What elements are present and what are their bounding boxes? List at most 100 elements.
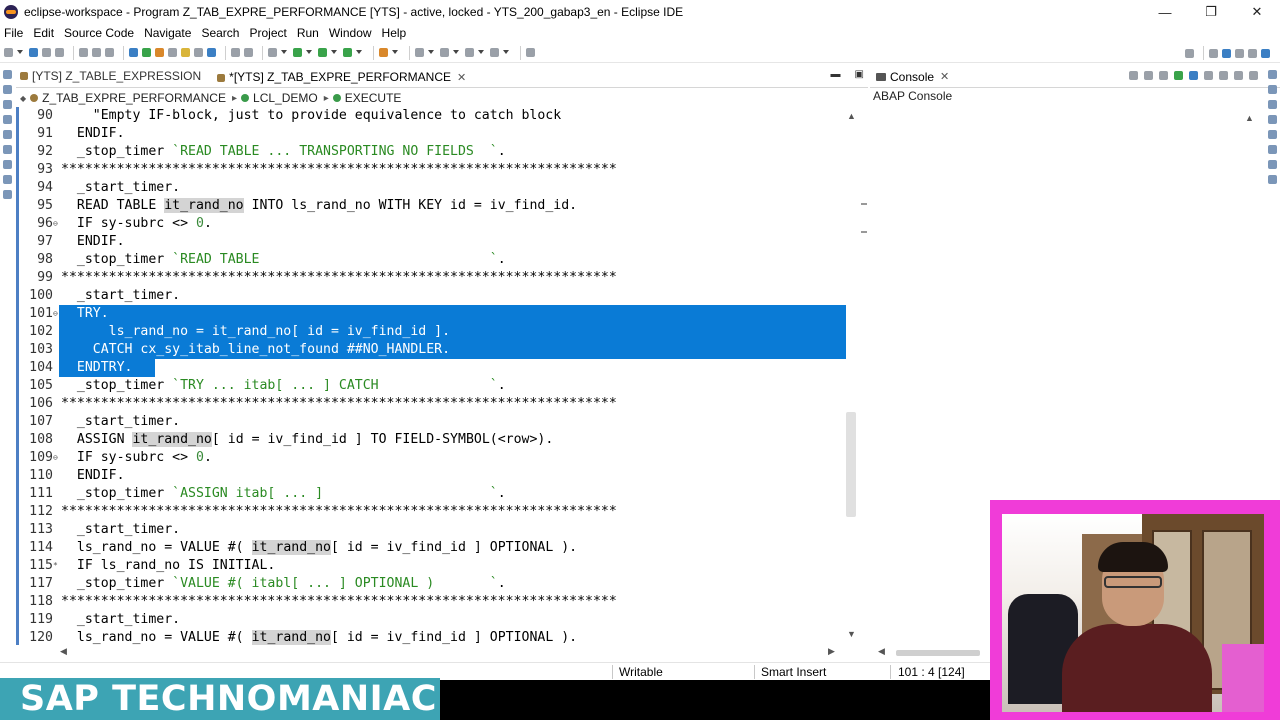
menu-project[interactable]: Project <box>249 26 286 40</box>
abap-icon[interactable] <box>155 48 164 57</box>
display-console-icon[interactable] <box>1189 71 1198 80</box>
code-line[interactable]: 113 _start_timer. <box>19 521 849 539</box>
code-line[interactable]: 110 ENDIF. <box>19 467 849 485</box>
code-line[interactable]: 104 ENDTRY. <box>19 359 849 377</box>
code-line[interactable]: 102 ls_rand_no = it_rand_no[ id = iv_fin… <box>19 323 849 341</box>
code-line[interactable]: 90 "Empty IF-block, just to provide equi… <box>19 107 849 125</box>
code-line[interactable]: 105 _stop_timer `TRY ... itab[ ... ] CAT… <box>19 377 849 395</box>
forward-icon[interactable] <box>92 48 101 57</box>
outline-icon[interactable] <box>3 85 12 94</box>
scroll-up-icon[interactable]: ▲ <box>847 111 856 121</box>
chevron-down-icon[interactable] <box>356 50 362 55</box>
close-button[interactable]: ✕ <box>1234 0 1280 24</box>
save-icon[interactable] <box>29 48 38 57</box>
code-line[interactable]: 96 ⊖ IF sy-subrc <> 0. <box>19 215 849 233</box>
history-icon[interactable] <box>3 175 12 184</box>
minimize-button[interactable]: — <box>1142 0 1188 24</box>
chevron-down-icon[interactable] <box>392 50 398 55</box>
tab-z-tab-expre-performance[interactable]: *[YTS] Z_TAB_EXPRE_PERFORMANCE ✕ <box>213 65 479 87</box>
menu-navigate[interactable]: Navigate <box>144 26 191 40</box>
console-vertical-scrollbar[interactable]: ▲ <box>1245 110 1259 124</box>
chevron-down-icon[interactable] <box>428 50 434 55</box>
breadcrumb-method[interactable]: EXECUTE <box>332 91 401 105</box>
code-line[interactable]: 97 ENDIF. <box>19 233 849 251</box>
problems-view-icon[interactable] <box>1268 130 1277 139</box>
minimize-view-icon[interactable] <box>1234 71 1243 80</box>
chevron-down-icon[interactable] <box>281 50 287 55</box>
maximize-view-icon[interactable]: ▣ <box>855 69 864 80</box>
minimize-view-icon[interactable]: ▬ <box>831 69 841 80</box>
chevron-down-icon[interactable] <box>306 50 312 55</box>
feed-icon[interactable] <box>3 190 12 199</box>
run-last-icon[interactable] <box>318 48 327 57</box>
pin-console-icon[interactable] <box>1174 71 1183 80</box>
code-line[interactable]: 100 _start_timer. <box>19 287 849 305</box>
java-perspective-icon[interactable] <box>1235 48 1244 58</box>
transport-icon[interactable] <box>194 48 203 57</box>
prev-annotation-icon[interactable] <box>440 48 449 57</box>
menu-window[interactable]: Window <box>329 26 372 40</box>
code-line[interactable]: 107 _start_timer. <box>19 413 849 431</box>
chevron-down-icon[interactable] <box>453 50 459 55</box>
close-icon[interactable]: ✕ <box>940 70 949 83</box>
code-line[interactable]: 115 * IF ls_rand_no IS INITIAL. <box>19 557 849 575</box>
perspective-icon[interactable] <box>1209 48 1218 58</box>
save-all-icon[interactable] <box>42 48 51 57</box>
properties-icon[interactable] <box>3 100 12 109</box>
team-perspective-icon[interactable] <box>1261 48 1270 58</box>
scroll-lock-icon[interactable] <box>1144 71 1153 80</box>
outline-view-icon[interactable] <box>1268 70 1277 79</box>
tab-console[interactable]: Console ✕ <box>870 70 949 84</box>
code-line[interactable]: 109 ⊖ IF sy-subrc <> 0. <box>19 449 849 467</box>
tasks-view-icon[interactable] <box>1268 145 1277 154</box>
scroll-up-icon[interactable]: ▲ <box>1245 113 1254 123</box>
scroll-left-icon[interactable]: ◀ <box>878 646 885 657</box>
scrollbar-thumb[interactable] <box>846 412 856 517</box>
scroll-right-icon[interactable]: ▶ <box>828 646 835 657</box>
feed-view-icon[interactable] <box>1268 100 1277 109</box>
scroll-left-icon[interactable]: ◀ <box>60 646 67 657</box>
menu-file[interactable]: File <box>4 26 23 40</box>
scrollbar-thumb[interactable] <box>896 650 980 656</box>
next-annotation-icon[interactable] <box>415 48 424 57</box>
chevron-down-icon[interactable] <box>478 50 484 55</box>
chevron-down-icon[interactable] <box>17 50 23 55</box>
scroll-down-icon[interactable]: ▼ <box>847 629 856 639</box>
code-line[interactable]: 98 _stop_timer `READ TABLE `. <box>19 251 849 269</box>
fold-marker[interactable]: ⊖ <box>53 305 61 323</box>
back-nav-icon[interactable] <box>465 48 474 57</box>
debug-perspective-icon[interactable] <box>1248 48 1257 58</box>
code-editor[interactable]: 90 "Empty IF-block, just to provide equi… <box>16 107 861 645</box>
code-line[interactable]: 92 _stop_timer `READ TABLE ... TRANSPORT… <box>19 143 849 161</box>
code-line[interactable]: 106 *************************************… <box>19 395 849 413</box>
format-icon[interactable] <box>168 48 177 57</box>
bookmarks-icon[interactable] <box>3 145 12 154</box>
tab-z-table-expression[interactable]: [YTS] Z_TABLE_EXPRESSION <box>16 65 213 87</box>
code-line[interactable]: 111 _stop_timer `ASSIGN itab[ ... ] `. <box>19 485 849 503</box>
toggle-icon[interactable] <box>231 48 240 57</box>
code-line[interactable]: 118 *************************************… <box>19 593 849 611</box>
fold-marker[interactable]: ⊖ <box>53 449 61 467</box>
close-icon[interactable]: ✕ <box>457 71 466 84</box>
menu-search[interactable]: Search <box>201 26 239 40</box>
menu-edit[interactable]: Edit <box>33 26 54 40</box>
fold-marker[interactable]: ⊖ <box>53 215 61 233</box>
menu-help[interactable]: Help <box>382 26 407 40</box>
code-line[interactable]: 108 ASSIGN it_rand_no[ id = iv_find_id ]… <box>19 431 849 449</box>
chevron-down-icon[interactable] <box>331 50 337 55</box>
code-line[interactable]: 99 **************************************… <box>19 269 849 287</box>
tasks-icon[interactable] <box>3 160 12 169</box>
debug-icon[interactable] <box>268 48 277 57</box>
folder-icon[interactable] <box>181 48 190 57</box>
mark-occurrences-icon[interactable] <box>207 48 216 57</box>
breadcrumb-program[interactable]: ◆ Z_TAB_EXPRE_PERFORMANCE <box>20 91 226 105</box>
new-icon[interactable] <box>4 48 13 57</box>
clear-console-icon[interactable] <box>1129 71 1138 80</box>
code-line[interactable]: 114 ls_rand_no = VALUE #( it_rand_no[ id… <box>19 539 849 557</box>
abap-perspective-icon[interactable] <box>1222 48 1231 58</box>
print-icon[interactable] <box>55 48 64 57</box>
external-tools-icon[interactable] <box>379 48 388 57</box>
code-line[interactable]: 119 _start_timer. <box>19 611 849 629</box>
forward-nav-icon[interactable] <box>490 48 499 57</box>
breakpoint-icon[interactable] <box>244 48 253 57</box>
